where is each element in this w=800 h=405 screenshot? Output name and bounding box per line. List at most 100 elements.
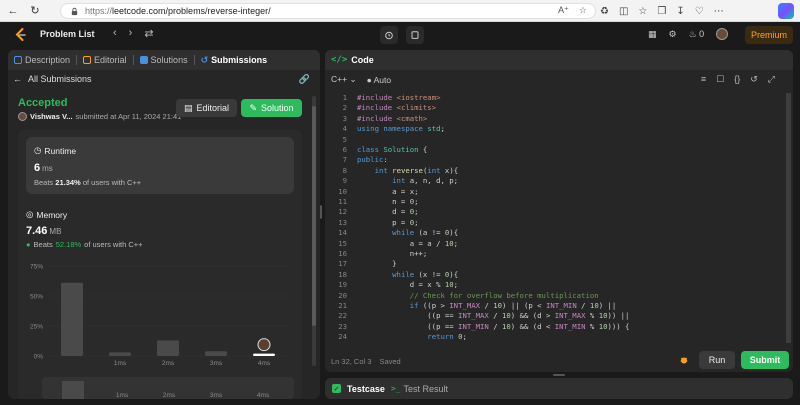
shuffle-icon[interactable]: ⇄: [144, 27, 153, 40]
code-scrollbar-thumb[interactable]: [786, 93, 791, 343]
code-line[interactable]: #include <iostream>: [357, 93, 440, 103]
left-scrollbar[interactable]: [312, 96, 316, 366]
debug-icon[interactable]: [679, 355, 689, 365]
back-arrow-icon[interactable]: ←: [4, 2, 22, 20]
code-line[interactable]: public:: [357, 155, 388, 165]
vertical-resize-handle[interactable]: [553, 374, 565, 376]
read-aloud-icon[interactable]: A⁺: [558, 5, 569, 16]
collections-icon[interactable]: ❐: [657, 6, 666, 17]
code-line[interactable]: class Solution {: [357, 145, 427, 155]
code-line[interactable]: d = x % 10;: [357, 280, 458, 290]
copilot-icon[interactable]: [778, 3, 794, 19]
streak-fire-icon[interactable]: ♨ 0: [689, 29, 705, 40]
mini-chart-x-label: 1ms: [116, 392, 129, 399]
prev-problem-icon[interactable]: ‹: [113, 27, 117, 40]
line-number: 17: [338, 259, 347, 269]
language-select[interactable]: C++ ⌄: [331, 74, 357, 85]
chart-bar[interactable]: [157, 340, 179, 356]
code-line[interactable]: #include <climits>: [357, 103, 436, 113]
description-icon: [14, 56, 22, 64]
status-accepted: Accepted: [18, 97, 68, 109]
runtime-card[interactable]: ◷ Runtime 6 ms Beats 21.34% of users with…: [26, 137, 294, 194]
code-editor[interactable]: 1 #include <iostream> 2 #include <climits> 3…: [325, 93, 785, 345]
code-line[interactable]: // Check for overflow before multiplicat…: [357, 291, 599, 301]
code-line[interactable]: n++;: [357, 249, 428, 259]
book-icon: ▤: [183, 102, 193, 113]
user-avatar[interactable]: [716, 28, 729, 40]
next-problem-icon[interactable]: ›: [129, 27, 133, 40]
clock-icon: ◷: [34, 145, 42, 155]
editorial-button[interactable]: ▤ Editorial: [176, 99, 237, 117]
submit-button[interactable]: Submit: [741, 351, 789, 369]
all-submissions-link[interactable]: ← All Submissions: [13, 74, 92, 84]
solution-button[interactable]: ✎ Solution: [241, 99, 302, 117]
submitter-name[interactable]: Vishwas V...: [30, 112, 73, 121]
url-text: https://leetcode.com/problems/reverse-in…: [85, 6, 271, 16]
fullscreen-icon[interactable]: ⤢: [768, 74, 775, 85]
format-icon[interactable]: ≡: [701, 74, 706, 85]
refresh-icon[interactable]: ↻: [26, 2, 44, 20]
chart-bar[interactable]: [61, 282, 83, 356]
tab-description[interactable]: Description: [8, 50, 76, 70]
leetcode-logo-icon[interactable]: [14, 28, 28, 42]
code-line[interactable]: using namespace std;: [357, 124, 445, 134]
tab-solutions[interactable]: Solutions: [134, 50, 194, 70]
chart-bar[interactable]: [109, 352, 131, 356]
line-number: 22: [338, 311, 347, 321]
code-line[interactable]: a = a / 10;: [357, 239, 458, 249]
code-line[interactable]: a = x;: [357, 187, 418, 197]
tab-testcase[interactable]: Testcase: [347, 384, 385, 394]
reset-icon[interactable]: ↺: [750, 74, 758, 85]
share-link-icon[interactable]: 🔗: [299, 74, 310, 85]
code-line[interactable]: n = 0;: [357, 197, 418, 207]
tab-editorial[interactable]: Editorial: [77, 50, 133, 70]
mini-chart-x-label: 3ms: [210, 392, 223, 399]
download-icon[interactable]: ↧: [676, 6, 684, 17]
panel-resize-handle[interactable]: [320, 205, 322, 219]
streak-count: 0: [699, 28, 705, 39]
tab-submissions[interactable]: ↺ Submissions: [195, 50, 274, 70]
code-line[interactable]: #include <cmath>: [357, 114, 427, 124]
settings-gear-icon[interactable]: ⚙: [669, 29, 677, 40]
heart-icon[interactable]: ♡: [695, 6, 704, 17]
braces-icon[interactable]: {}: [734, 74, 740, 85]
code-line[interactable]: while (x != 0){: [357, 270, 458, 280]
code-line[interactable]: ((p == INT_MIN / 10) && (d < INT_MIN % 1…: [357, 322, 629, 332]
code-line[interactable]: }: [357, 259, 396, 269]
code-line[interactable]: ((p == INT_MAX / 10) && (d > INT_MAX % 1…: [357, 311, 629, 321]
chart-bar[interactable]: [205, 351, 227, 356]
bookmark-icon[interactable]: ☐: [716, 74, 724, 85]
favorites-icon[interactable]: ☆: [638, 6, 647, 17]
premium-button[interactable]: Premium: [745, 26, 793, 44]
code-line[interactable]: int a, n, d, p;: [357, 176, 458, 186]
code-scrollbar[interactable]: [786, 93, 791, 343]
chart-bar[interactable]: [253, 353, 275, 356]
leetcode-topbar: Problem List ‹ › ⇄ ▦ ⚙ ♨ 0 Premium: [0, 22, 800, 48]
more-icon[interactable]: ⋯: [714, 6, 724, 17]
code-line[interactable]: int reverse(int x){: [357, 166, 459, 176]
extensions-icon[interactable]: ♻: [600, 6, 609, 17]
code-line[interactable]: while (a != 0){: [357, 228, 458, 238]
address-bar[interactable]: https://leetcode.com/problems/reverse-in…: [60, 3, 596, 19]
line-number: 16: [338, 249, 347, 258]
notes-icon[interactable]: [406, 26, 424, 44]
left-scrollbar-thumb[interactable]: [312, 106, 316, 326]
line-number: 6: [342, 145, 347, 154]
code-line[interactable]: return 0;: [357, 332, 467, 342]
your-submission-avatar: [257, 338, 271, 352]
favorite-star-icon[interactable]: ☆: [579, 5, 587, 16]
browser-toolbar: ← ↻ https://leetcode.com/problems/revers…: [0, 0, 800, 22]
tab-test-result[interactable]: >_ Test Result: [391, 384, 448, 394]
layout-icon[interactable]: ▦: [648, 29, 657, 40]
auto-mode-toggle[interactable]: ● Auto: [367, 75, 392, 85]
submitted-time: submitted at Apr 11, 2024 21:41: [75, 112, 182, 121]
code-line[interactable]: if ((p > INT_MAX / 10) || (p < INT_MIN /…: [357, 301, 617, 311]
line-number: 5: [342, 134, 347, 144]
code-line[interactable]: p = 0;: [357, 218, 418, 228]
run-button[interactable]: Run: [699, 351, 735, 369]
timer-icon[interactable]: [380, 26, 398, 44]
code-line[interactable]: d = 0;: [357, 207, 418, 217]
split-screen-icon[interactable]: ◫: [619, 6, 628, 17]
problem-list-link[interactable]: Problem List: [40, 29, 95, 39]
line-number: 14: [338, 228, 347, 238]
